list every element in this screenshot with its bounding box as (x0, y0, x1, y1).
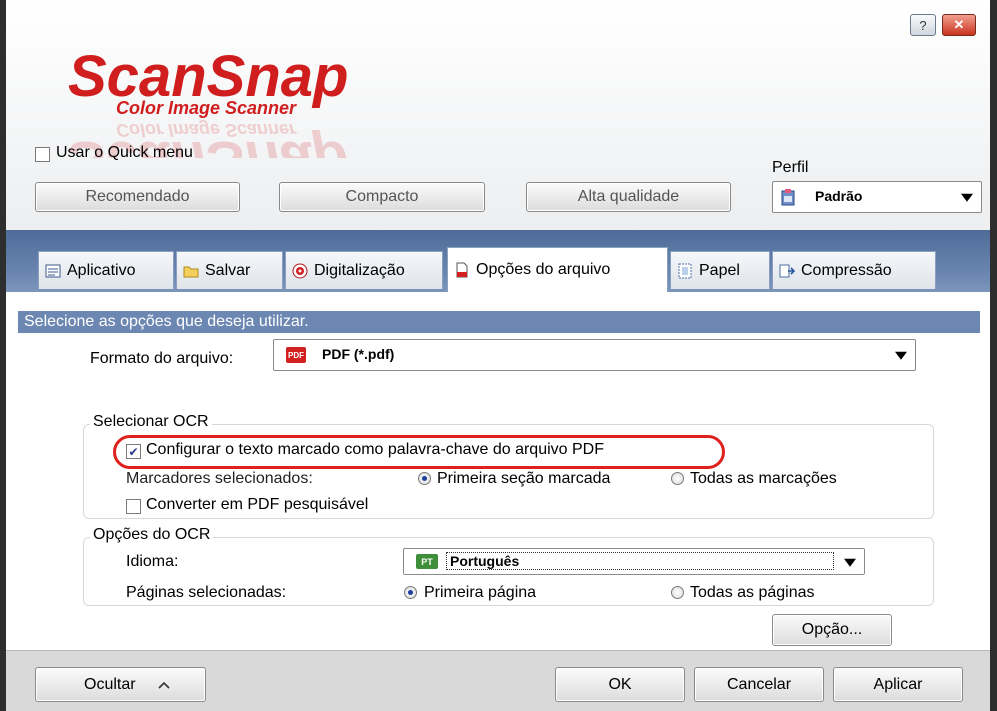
tab-label: Aplicativo (67, 261, 136, 279)
profile-dropdown[interactable]: Padrão (772, 181, 982, 213)
language-dropdown[interactable]: PT Português (403, 548, 865, 575)
chevron-up-icon (158, 681, 170, 689)
profile-value: Padrão (815, 188, 863, 204)
keyword-label: Configurar o texto marcado como palavra-… (146, 441, 604, 458)
tab-digitalizacao[interactable]: Digitalização (285, 251, 443, 289)
language-label: Idioma: (126, 553, 179, 570)
markers-label: Marcadores selecionados: (126, 470, 313, 487)
compression-icon (779, 264, 795, 277)
hide-label: Ocultar (84, 675, 136, 693)
keyword-checkbox[interactable]: ✔ (126, 444, 141, 459)
recommended-button[interactable]: Recomendado (35, 182, 240, 212)
apply-button[interactable]: Aplicar (833, 667, 963, 702)
tab-label: Digitalização (314, 261, 405, 279)
searchable-pdf-checkbox[interactable] (126, 499, 141, 514)
file-icon (456, 262, 468, 278)
pages-label: Páginas selecionadas: (126, 584, 287, 601)
quick-menu-label: Usar o Quick menu (56, 144, 193, 161)
folder-icon (183, 266, 199, 277)
hide-button[interactable]: Ocultar (35, 667, 206, 702)
tab-opcoes-do-arquivo[interactable]: Opções do arquivo (447, 247, 668, 292)
language-value: Português (446, 552, 834, 570)
file-format-value: PDF (*.pdf) (322, 346, 395, 362)
cancel-button[interactable]: Cancelar (694, 667, 824, 702)
first-page-label: Primeira página (424, 584, 537, 601)
first-marked-radio[interactable] (418, 472, 431, 485)
tab-label: Opções do arquivo (476, 261, 611, 278)
file-format-label: Formato do arquivo: (90, 350, 234, 367)
quick-menu-checkbox[interactable] (35, 147, 50, 162)
select-ocr-legend: Selecionar OCR (90, 413, 212, 431)
tab-papel[interactable]: Papel (670, 251, 770, 289)
profile-icon (781, 189, 795, 206)
scan-color-icon (292, 263, 308, 278)
tab-label: Papel (699, 261, 740, 279)
all-marks-label: Todas as marcações (690, 470, 837, 487)
close-button[interactable]: ✕ (942, 14, 976, 36)
tab-aplicativo[interactable]: Aplicativo (38, 251, 174, 289)
ocr-options-legend: Opções do OCR (90, 526, 214, 544)
all-pages-radio[interactable] (671, 586, 684, 599)
svg-text:Color Image Scanner: Color Image Scanner (116, 98, 297, 118)
first-page-radio[interactable] (404, 586, 417, 599)
application-icon (45, 264, 61, 277)
first-marked-label: Primeira seção marcada (437, 470, 611, 487)
paper-icon (678, 263, 692, 278)
window-frame-right (990, 0, 997, 711)
compact-button[interactable]: Compacto (279, 182, 485, 212)
chevron-down-icon (844, 558, 856, 567)
profile-label: Perfil (772, 159, 809, 176)
chevron-down-icon (961, 193, 973, 202)
instruction-bar: Selecione as opções que deseja utilizar. (18, 311, 980, 333)
language-flag-icon: PT (416, 554, 438, 569)
all-marks-radio[interactable] (671, 472, 684, 485)
ocr-option-button[interactable]: Opção... (772, 614, 892, 646)
pdf-file-icon: PDF (286, 347, 306, 363)
scansnap-logo: ScanSnap Color Image Scanner Color Image… (68, 48, 348, 158)
file-format-dropdown[interactable]: PDF PDF (*.pdf) (273, 339, 916, 371)
scansnap-settings-window: ? ✕ ScanSnap Color Image Scanner Color I… (0, 0, 997, 711)
high-quality-button[interactable]: Alta qualidade (526, 182, 731, 212)
all-pages-label: Todas as páginas (690, 584, 815, 601)
tab-label: Salvar (205, 261, 251, 279)
tab-label: Compressão (801, 261, 892, 279)
ok-button[interactable]: OK (555, 667, 685, 702)
tab-compressao[interactable]: Compressão (772, 251, 936, 289)
help-button[interactable]: ? (910, 14, 936, 36)
searchable-pdf-label: Converter em PDF pesquisável (146, 496, 369, 513)
tab-salvar[interactable]: Salvar (176, 251, 283, 289)
chevron-down-icon (895, 351, 907, 360)
